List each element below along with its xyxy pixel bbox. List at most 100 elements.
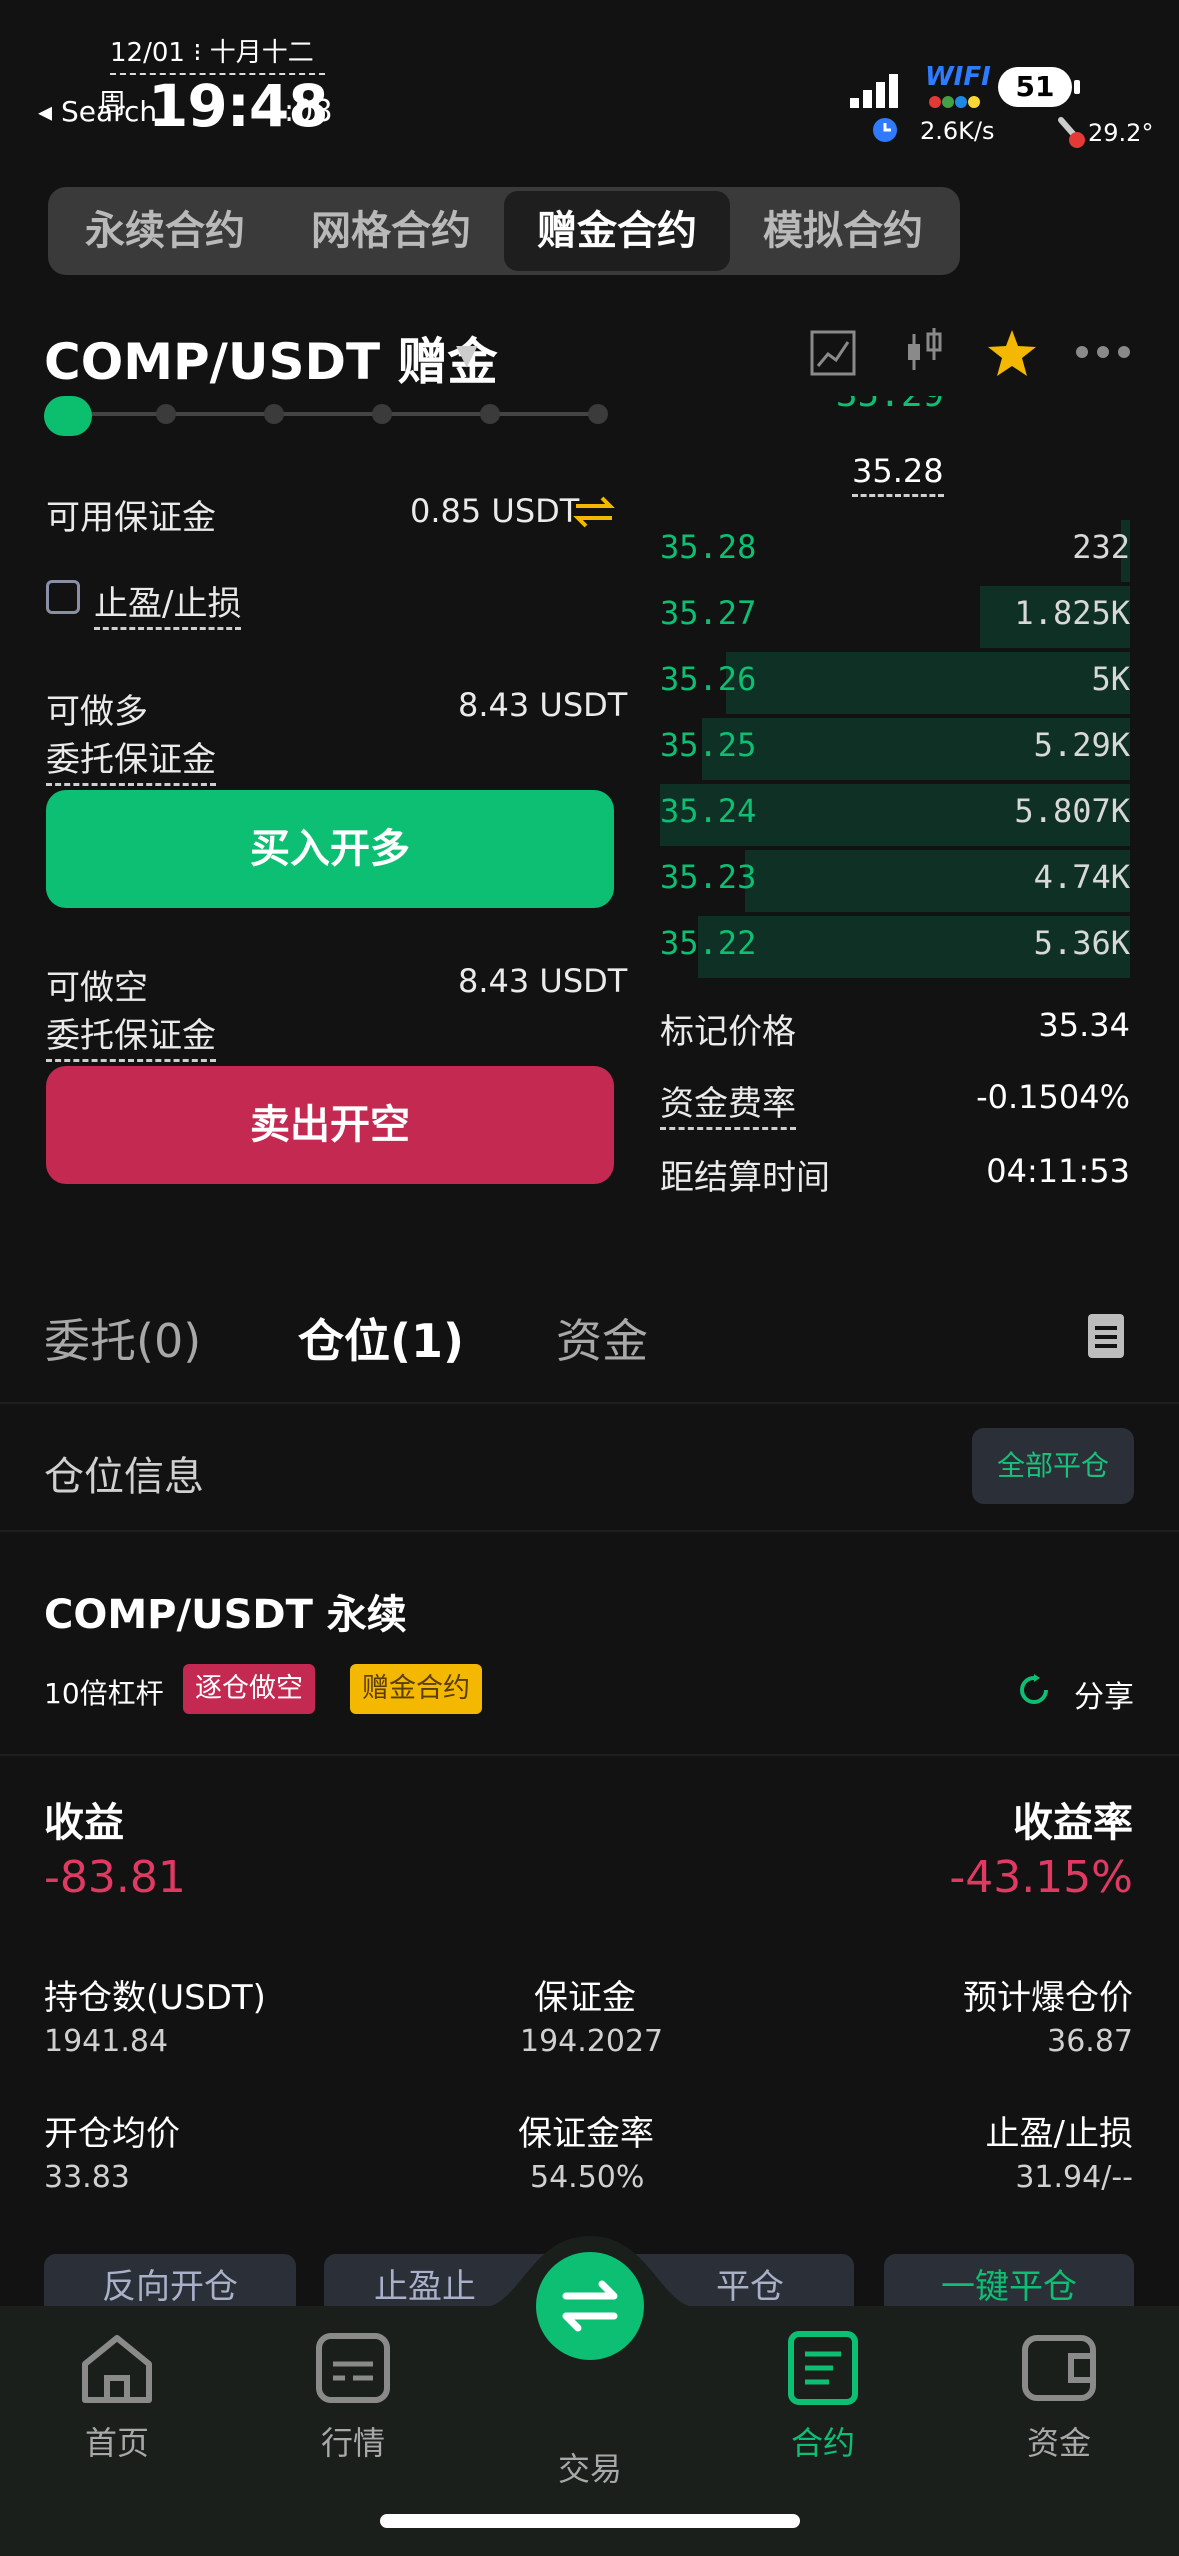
ask-quantity: 5K — [1091, 660, 1130, 698]
nav-home[interactable]: 首页 — [42, 2330, 192, 2464]
available-margin-label: 可用保证金 — [46, 498, 216, 538]
tp-sl-checkbox[interactable] — [46, 580, 80, 614]
liq-price-label: 预计爆仓价 — [963, 1978, 1133, 2018]
order-book-row[interactable]: 35.27 1.825K — [660, 586, 1130, 648]
tp-sl-position-label: 止盈/止损 — [985, 2114, 1133, 2154]
contract-icon — [788, 2331, 858, 2405]
order-book-row[interactable]: 35.28 232 — [660, 520, 1130, 582]
long-margin-label[interactable]: 委托保证金 — [46, 732, 216, 786]
ask-quantity: 5.29K — [1033, 726, 1130, 764]
transfer-icon[interactable] — [572, 494, 616, 530]
markets-icon — [316, 2333, 390, 2403]
tab-grid[interactable]: 网格合约 — [278, 191, 504, 271]
chevron-down-icon[interactable]: ▼ — [456, 338, 478, 371]
nav-markets-label: 行情 — [320, 2424, 385, 2462]
slider-step-dot[interactable] — [480, 404, 500, 424]
order-book-row[interactable]: 35.24 5.807K — [660, 784, 1130, 846]
tp-sl-position-value: 31.94/-- — [1015, 2160, 1133, 2195]
leverage-slider-track[interactable] — [66, 412, 606, 416]
margin-ratio-value: 54.50% — [530, 2160, 645, 2195]
order-book-row[interactable]: 35.23 4.74K — [660, 850, 1130, 912]
ask-quantity: 5.807K — [1014, 792, 1130, 830]
swap-icon — [562, 2280, 618, 2332]
nav-trade-button[interactable] — [536, 2252, 644, 2360]
nav-assets[interactable]: 资金 — [984, 2330, 1134, 2464]
chart-icon[interactable] — [810, 330, 856, 376]
margin-ratio-label: 保证金率 — [518, 2114, 654, 2154]
nav-contract[interactable]: 合约 — [748, 2330, 898, 2464]
net-speed: 2.6K/s — [920, 117, 995, 145]
ask-price: 35.22 — [660, 924, 757, 962]
signal-icon — [850, 74, 898, 108]
home-indicator[interactable] — [380, 2514, 800, 2528]
share-icon[interactable] — [1016, 1672, 1052, 1708]
entry-price-label: 开仓均价 — [44, 2114, 180, 2154]
tab-simulated[interactable]: 模拟合约 — [730, 191, 956, 271]
close-all-button[interactable]: 全部平仓 — [972, 1428, 1134, 1504]
liq-price-value: 36.87 — [1047, 2024, 1133, 2059]
star-favorite-icon[interactable] — [986, 328, 1038, 378]
slider-step-dot[interactable] — [156, 404, 176, 424]
nav-contract-label: 合约 — [790, 2424, 855, 2462]
tp-sl-label[interactable]: 止盈/止损 — [94, 576, 242, 630]
long-available-value: 8.43 USDT — [458, 686, 628, 724]
divider — [0, 1754, 1179, 1756]
nav-assets-label: 资金 — [1026, 2424, 1091, 2462]
funding-rate-label[interactable]: 资金费率 — [660, 1076, 796, 1130]
wifi-dots-icon — [929, 96, 980, 108]
order-book-row[interactable]: 35.26 5K — [660, 652, 1130, 714]
nav-home-label: 首页 — [84, 2424, 149, 2462]
candlestick-icon[interactable] — [902, 326, 946, 376]
sell-short-button[interactable]: 卖出开空 — [46, 1066, 614, 1184]
depth-bar — [725, 652, 1130, 714]
short-available-label: 可做空 — [46, 968, 148, 1008]
margin-value: 194.2027 — [520, 2024, 664, 2059]
tab-funds[interactable]: 资金 — [556, 1305, 648, 1371]
share-label[interactable]: 分享 — [1074, 1672, 1134, 1716]
bonus-contract-badge: 赠金合约 — [350, 1664, 482, 1714]
ask-quantity: 1.825K — [1014, 594, 1130, 632]
short-available-value: 8.43 USDT — [458, 962, 628, 1000]
mark-price: 35.28 — [852, 452, 944, 497]
settlement-value: 04:11:53 — [986, 1152, 1130, 1190]
wallet-icon — [1022, 2335, 1096, 2401]
slider-step-dot[interactable] — [264, 404, 284, 424]
nav-trade-label[interactable]: 交易 — [515, 2444, 665, 2490]
entry-price-value: 33.83 — [44, 2160, 130, 2195]
tab-bonus[interactable]: 赠金合约 — [504, 191, 730, 271]
status-seconds: :08 — [284, 94, 333, 129]
slider-step-dot[interactable] — [588, 404, 608, 424]
tab-perpetual[interactable]: 永续合约 — [52, 191, 278, 271]
margin-label: 保证金 — [534, 1978, 636, 2018]
tab-orders[interactable]: 委托(0) — [44, 1305, 201, 1371]
long-available-label: 可做多 — [46, 692, 148, 732]
available-margin-value: 0.85 USDT — [410, 492, 580, 530]
nav-markets[interactable]: 行情 — [278, 2330, 428, 2464]
position-symbol[interactable]: COMP/USDT 永续 — [44, 1582, 407, 1640]
document-icon[interactable] — [1088, 1314, 1124, 1358]
size-value: 1941.84 — [44, 2024, 169, 2059]
roe-label: 收益率 — [1013, 1800, 1133, 1846]
leverage-label: 10倍杠杆 — [44, 1677, 164, 1710]
tab-positions[interactable]: 仓位(1) — [298, 1305, 464, 1371]
leverage-slider-knob[interactable] — [44, 396, 92, 436]
divider — [0, 1530, 1179, 1532]
status-date: 12/01 ⁝ 十月十二 — [110, 32, 325, 75]
order-book-row[interactable]: 35.22 5.36K — [660, 916, 1130, 978]
battery-tip-icon — [1074, 80, 1080, 94]
battery-level: 51 — [998, 67, 1072, 107]
home-icon — [82, 2335, 152, 2403]
pnl-value: -83.81 — [44, 1852, 186, 1903]
alarm-icon — [873, 118, 897, 142]
temperature: 29.2° — [1088, 119, 1154, 147]
wifi-label: WIFI — [925, 62, 991, 92]
slider-step-dot[interactable] — [372, 404, 392, 424]
short-margin-label[interactable]: 委托保证金 — [46, 1008, 216, 1062]
ask-price: 35.24 — [660, 792, 757, 830]
order-book-row[interactable]: 35.25 5.29K — [660, 718, 1130, 780]
ask-price: 35.26 — [660, 660, 757, 698]
buy-long-button[interactable]: 买入开多 — [46, 790, 614, 908]
more-icon[interactable] — [1074, 344, 1132, 360]
pair-title[interactable]: COMP/USDT 赠金 — [44, 322, 498, 394]
ask-price: 35.28 — [660, 528, 757, 566]
